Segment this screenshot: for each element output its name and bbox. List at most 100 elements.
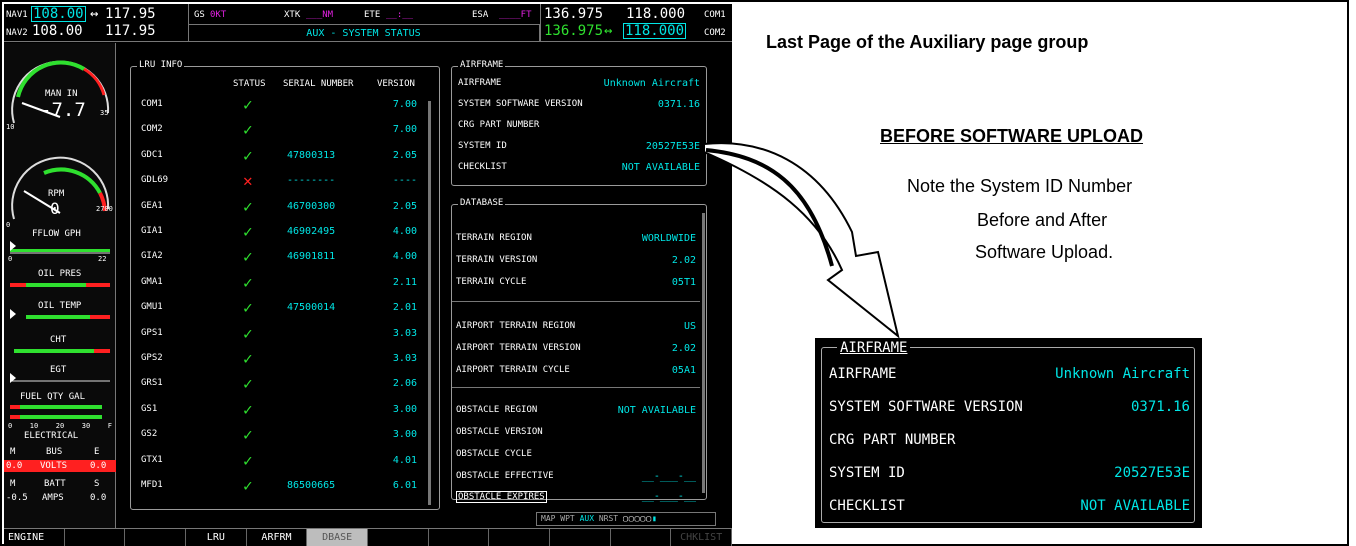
lru-row-version: 2.05: [392, 149, 417, 161]
lru-row-name: COM2: [141, 124, 163, 135]
nav1-swap-arrow[interactable]: ↔: [90, 6, 98, 22]
status-check-icon: ✓: [243, 145, 253, 165]
lru-row-version: 2.06: [392, 378, 417, 390]
softkey-blank-6[interactable]: [368, 529, 429, 546]
database-row-label: TERRAIN REGION: [456, 233, 532, 243]
lru-row-name: GPS2: [141, 353, 163, 363]
database-row-label: TERRAIN VERSION: [456, 255, 538, 265]
softkey-engine[interactable]: ENGINE: [4, 529, 65, 546]
fuel-scale-tick: 0: [8, 422, 13, 430]
page-title-box: AUX - SYSTEM STATUS: [188, 24, 540, 42]
status-check-icon: ✓: [243, 95, 253, 114]
fflow-label: FFLOW GPH: [32, 229, 81, 239]
gs-value: 0KT: [210, 10, 227, 20]
lru-row-name: GMU1: [141, 302, 163, 313]
softkey-blank-1[interactable]: [65, 529, 126, 546]
status-check-icon: ✓: [243, 450, 253, 470]
divider: [540, 4, 541, 42]
inset-title: AIRFRAME: [837, 340, 911, 356]
database-row-label: OBSTACLE VERSION: [456, 427, 543, 437]
top-status-bar: NAV1 108.00 ↔ 117.95 NAV2 108.00 117.95 …: [4, 4, 732, 42]
database-row-value: 05A1: [671, 365, 696, 376]
airframe-title: AIRFRAME: [458, 60, 506, 70]
nav2-active-freq[interactable]: 108.00: [32, 23, 83, 39]
softkey-blank-10[interactable]: [611, 529, 672, 546]
inset-row-value: NOT AVAILABLE: [1080, 498, 1190, 514]
lru-row-name: GIA2: [141, 251, 163, 262]
com2-swap-arrow[interactable]: ↔: [604, 23, 612, 39]
inset-row-value: 20527E53E: [1114, 465, 1190, 481]
lru-row-serial: 46700300: [287, 200, 336, 212]
nav2-label: NAV2: [6, 28, 28, 38]
database-row-label: TERRAIN CYCLE: [456, 277, 527, 287]
com1-active-freq[interactable]: 118.000: [626, 6, 685, 22]
status-check-icon: ✓: [243, 374, 253, 394]
database-row-value: __-___-__: [641, 491, 696, 502]
oil-pres-label: OIL PRES: [38, 269, 82, 279]
fuel-qty-label: FUEL QTY GAL: [20, 392, 86, 402]
status-check-icon: ✓: [243, 476, 253, 495]
database-row-value: WORLDWIDE: [641, 233, 696, 244]
softkey-lru[interactable]: LRU: [186, 529, 247, 546]
softkey-dbase[interactable]: DBASE: [307, 529, 368, 546]
com1-standby-freq[interactable]: 136.975: [544, 6, 603, 22]
softkey-blank-8[interactable]: [489, 529, 550, 546]
airframe-row-label: CHECKLIST: [458, 162, 507, 172]
fuel-scale-tick: 20: [55, 422, 65, 430]
bus-m-label: M: [10, 447, 16, 457]
softkey-blank-7[interactable]: [429, 529, 490, 546]
inset-row-label: AIRFRAME: [829, 366, 897, 382]
database-row-label: OBSTACLE EXPIRES: [456, 491, 547, 503]
amps-s-value: 0.0: [90, 493, 107, 503]
lru-row-name: GTX1: [141, 454, 163, 465]
softkey-blank-2[interactable]: [125, 529, 186, 546]
inset-row-label: CHECKLIST: [829, 498, 905, 514]
rpm-max: 2700: [96, 205, 113, 213]
lru-row-version: 7.00: [392, 124, 417, 136]
lru-row-version: 4.01: [392, 454, 417, 466]
page-group-nrst: NRST: [598, 514, 619, 523]
amps-m-value: -0.5: [6, 493, 28, 503]
status-check-icon: ✓: [243, 399, 253, 419]
nav2-standby-freq[interactable]: 117.95: [105, 23, 156, 39]
lru-row-version: 3.03: [392, 353, 417, 364]
annotation-heading: Last Page of the Auxiliary page group: [766, 32, 1089, 52]
softkey-arfrm[interactable]: ARFRM: [247, 529, 308, 546]
lru-row-name: COM1: [141, 99, 163, 109]
page-group-map: MAP: [541, 514, 556, 523]
lru-row-serial: 86500665: [287, 480, 336, 491]
nav1-standby-freq[interactable]: 117.95: [105, 6, 156, 22]
lru-row-name: GS2: [141, 429, 158, 440]
lru-row-name: GDL69: [141, 175, 169, 186]
lru-scrollbar[interactable]: [428, 101, 431, 505]
egt-label: EGT: [50, 365, 67, 375]
lru-row-name: GRS1: [141, 378, 163, 389]
database-row-label: OBSTACLE CYCLE: [456, 449, 532, 459]
inset-row-label: SYSTEM SOFTWARE VERSION: [829, 399, 1023, 415]
nav1-active-freq[interactable]: 108.00: [31, 6, 86, 22]
lru-row-version: 3.00: [392, 429, 417, 441]
engine-indication-strip: MAN IN -7.7 10 35 RPM 0 0 2700 FFLOW GPH…: [4, 43, 116, 529]
inset-row-value: Unknown Aircraft: [1055, 366, 1190, 382]
rpm-value: 0: [50, 199, 60, 218]
database-row-label: OBSTACLE EFFECTIVE: [456, 471, 554, 481]
lru-header-serial: SERIAL NUMBER: [283, 79, 354, 89]
page-group-wpt: WPT: [560, 514, 575, 523]
volts-m-value: 0.0: [6, 461, 23, 471]
database-row-value: __-___-__: [641, 471, 696, 482]
softkey-blank-9[interactable]: [550, 529, 611, 546]
com2-standby-freq[interactable]: 136.975: [544, 23, 603, 39]
man-in-value: -7.7: [40, 99, 86, 121]
lru-row-serial: --------: [287, 175, 336, 187]
lru-header-status: STATUS: [233, 79, 266, 89]
page-group-aux: AUX: [579, 514, 595, 523]
volts-e-value: 0.0: [90, 461, 107, 471]
com2-active-freq[interactable]: 118.000: [623, 23, 687, 39]
inset-row: CRG PART NUMBER: [829, 432, 1190, 450]
fflow-min: 0: [8, 255, 13, 263]
status-check-icon: ✓: [243, 349, 253, 368]
softkey-chklist[interactable]: CHKLIST: [671, 529, 732, 546]
status-check-icon: ✓: [243, 323, 253, 343]
database-group-divider: [452, 301, 700, 302]
bus-e-label: E: [94, 447, 100, 457]
